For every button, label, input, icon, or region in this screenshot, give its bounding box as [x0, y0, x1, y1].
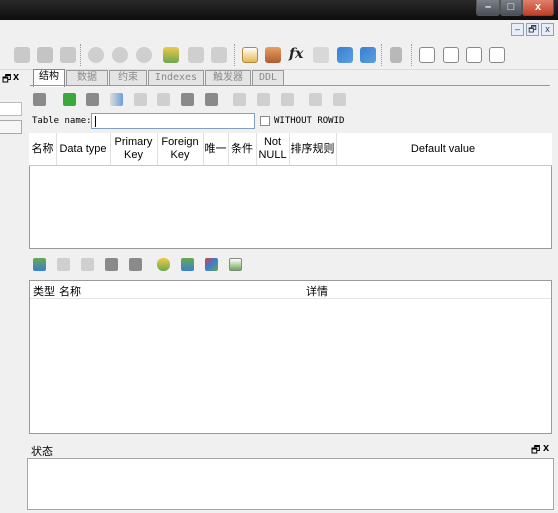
toolbar-separator [381, 44, 382, 66]
window-title-bar [0, 0, 558, 20]
tab-ddl[interactable]: DDL [252, 70, 284, 86]
mdi-restore-button[interactable]: 🗗 [526, 23, 539, 36]
constraint-header-details[interactable]: 详情 [306, 283, 328, 299]
insert-column-icon[interactable] [134, 93, 147, 106]
trigger-icon[interactable] [313, 47, 329, 63]
index-icon[interactable] [337, 47, 353, 63]
columns-grid-header: 名称 Data type Primary Key Foreign Key 唯一 … [29, 133, 552, 166]
edit-constraint-icon[interactable] [57, 258, 70, 271]
index-icon[interactable] [360, 47, 376, 63]
close-button[interactable]: x [522, 0, 554, 16]
tab-indexes[interactable]: Indexes [148, 70, 204, 86]
move-down-icon[interactable] [205, 93, 218, 106]
editor-tabs: 结构 数据 约束 Indexes 触发器 DDL [30, 69, 550, 87]
wrench-icon[interactable] [390, 47, 402, 63]
toolbar-disabled-icon[interactable] [60, 47, 76, 63]
col-header-condition[interactable]: 条件 [228, 133, 257, 165]
tab-data[interactable]: 数据 [66, 70, 108, 86]
view-icon[interactable] [265, 47, 281, 63]
move-down-icon[interactable] [129, 258, 142, 271]
left-dock-panel [0, 70, 27, 510]
delete-column-icon[interactable] [157, 93, 170, 106]
edit-document-icon[interactable] [242, 47, 258, 63]
col-header-name[interactable]: 名称 [29, 133, 57, 165]
foreign-key-icon[interactable] [181, 258, 194, 271]
col-header-collation[interactable]: 排序规则 [289, 133, 337, 165]
check-constraint-icon[interactable] [229, 258, 242, 271]
table-edit-icon[interactable] [188, 47, 204, 63]
commit-icon[interactable] [33, 93, 46, 106]
col-header-unique[interactable]: 唯一 [203, 133, 229, 165]
left-panel-field[interactable] [0, 120, 22, 134]
unique-icon[interactable] [205, 258, 218, 271]
primary-key-icon[interactable] [233, 93, 246, 106]
dock-close-icon[interactable]: x [13, 71, 19, 83]
delete-constraint-icon[interactable] [81, 258, 94, 271]
layout-grid-icon[interactable] [419, 47, 435, 63]
layout-cascade-icon[interactable] [489, 47, 505, 63]
status-panel-content [27, 458, 554, 510]
toolbar-separator [234, 44, 235, 66]
check-icon[interactable] [63, 93, 76, 106]
status-panel-title: 状态 [31, 446, 53, 458]
tab-triggers[interactable]: 触发器 [205, 70, 251, 86]
left-panel-field[interactable] [0, 102, 22, 116]
status-panel-header [27, 440, 554, 458]
cancel-icon[interactable] [86, 93, 99, 106]
col-header-primary-key[interactable]: Primary Key [110, 133, 158, 165]
dock-pin-icon[interactable]: 🗗 [2, 72, 11, 89]
tab-constraints[interactable]: 约束 [109, 70, 147, 86]
close-icon: x [534, 1, 542, 13]
mdi-control-row [0, 20, 558, 40]
table-name-input[interactable] [91, 113, 255, 129]
status-close-icon[interactable]: x [543, 442, 549, 454]
mdi-close-button[interactable]: x [541, 23, 554, 36]
tab-divider [30, 85, 550, 86]
move-up-icon[interactable] [105, 258, 118, 271]
toolbar-disabled-icon[interactable] [37, 47, 53, 63]
maximize-button[interactable]: □ [500, 0, 522, 16]
toolbar-separator [411, 44, 412, 66]
toolbar-separator [80, 44, 81, 66]
mdi-minimize-button[interactable]: – [511, 23, 524, 36]
col-header-default-value[interactable]: Default value [336, 133, 550, 165]
table-delete-icon[interactable] [211, 47, 227, 63]
undo-icon[interactable] [333, 93, 346, 106]
text-caret [95, 116, 96, 127]
col-header-data-type[interactable]: Data type [56, 133, 111, 165]
constraints-header-divider [30, 298, 551, 299]
move-up-icon[interactable] [181, 93, 194, 106]
add-constraint-icon[interactable] [33, 258, 46, 271]
minimize-icon: – [484, 1, 492, 13]
foreign-key-icon[interactable] [257, 93, 270, 106]
gear-icon[interactable] [112, 47, 128, 63]
without-rowid-label: WITHOUT ROWID [274, 116, 345, 126]
gear-icon[interactable] [88, 47, 104, 63]
table-create-icon[interactable] [163, 47, 179, 63]
unique-icon[interactable] [281, 93, 294, 106]
function-icon[interactable]: fx [289, 46, 303, 62]
col-header-foreign-key[interactable]: Foreign Key [157, 133, 204, 165]
constraint-header-type[interactable]: 类型 [33, 283, 55, 299]
layout-columns-icon[interactable] [443, 47, 459, 63]
maximize-icon: □ [507, 1, 515, 13]
gear-icon[interactable] [136, 47, 152, 63]
layout-rows-icon[interactable] [466, 47, 482, 63]
constraints-grid[interactable] [29, 280, 552, 434]
toolbar-disabled-icon[interactable] [14, 47, 30, 63]
table-name-label: Table name: [32, 116, 92, 126]
minimize-button[interactable]: – [476, 0, 500, 16]
without-rowid-checkbox[interactable] [260, 116, 270, 126]
copy-icon[interactable] [309, 93, 322, 106]
constraint-header-name[interactable]: 名称 [59, 283, 81, 299]
col-header-not-null[interactable]: Not NULL [256, 133, 290, 165]
add-column-icon[interactable] [110, 93, 123, 106]
primary-key-icon[interactable] [157, 258, 170, 271]
